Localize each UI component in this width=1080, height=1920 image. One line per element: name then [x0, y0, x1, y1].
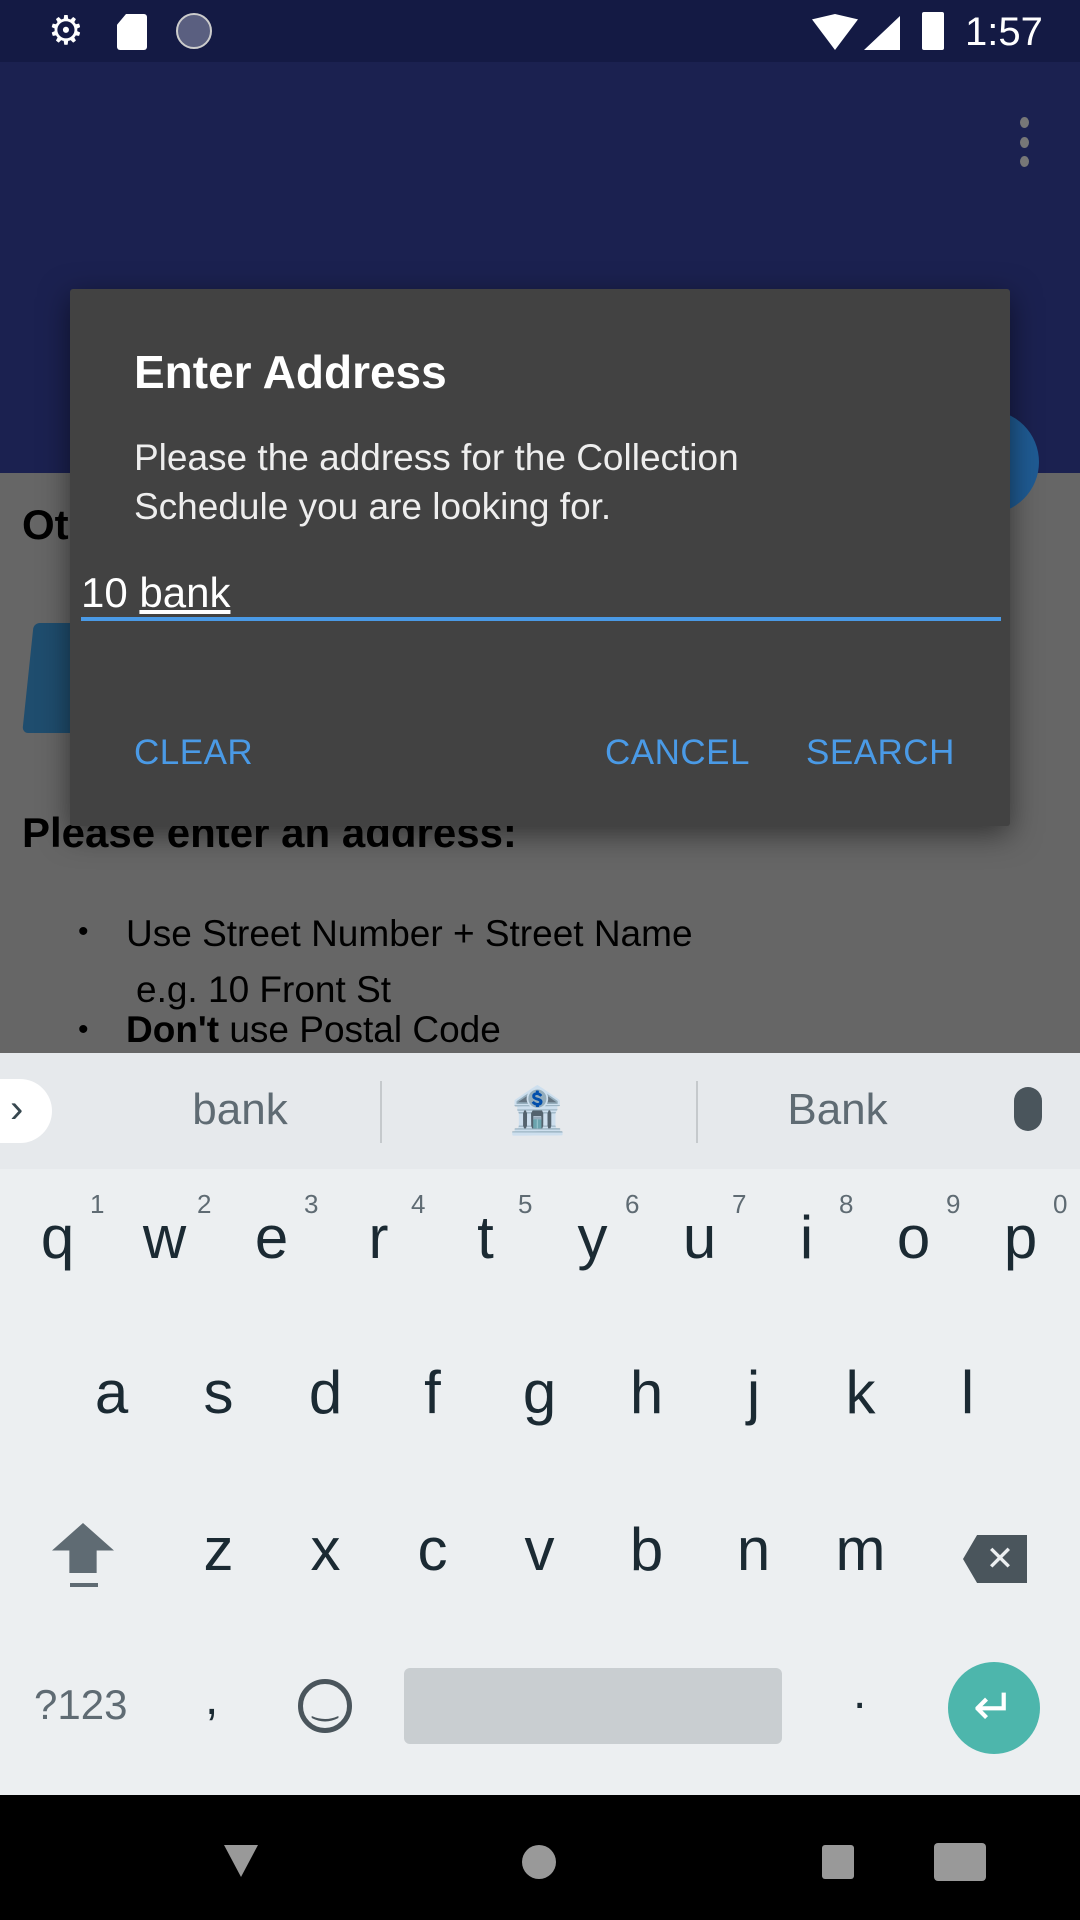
key-d[interactable]: d	[272, 1358, 379, 1427]
key-hint: 6	[625, 1189, 640, 1219]
sd-card-icon	[117, 14, 147, 50]
section-heading: Ot	[22, 501, 69, 548]
suggestion-1[interactable]: bank	[110, 1085, 370, 1135]
key-hint: 2	[197, 1189, 212, 1219]
key-z[interactable]: z	[165, 1515, 272, 1584]
key-c[interactable]: c	[379, 1515, 486, 1584]
key-s[interactable]: s	[165, 1358, 272, 1427]
key-hint: 7	[732, 1189, 747, 1219]
emoji-key[interactable]: ‿	[298, 1679, 352, 1733]
search-button[interactable]: SEARCH	[806, 733, 955, 773]
bullet: •	[78, 1013, 89, 1046]
key-g[interactable]: g	[486, 1358, 593, 1427]
dialog-title: Enter Address	[134, 346, 447, 398]
period-key[interactable]: .	[853, 1665, 866, 1720]
key-l[interactable]: l	[914, 1358, 1021, 1427]
suggestion-2[interactable]: 🏦	[440, 1083, 635, 1138]
input-text: 10	[81, 569, 140, 616]
key-b[interactable]: b	[593, 1515, 700, 1584]
key-hint: 4	[411, 1189, 426, 1219]
key-x[interactable]: x	[272, 1515, 379, 1584]
divider	[696, 1081, 698, 1143]
microphone-icon[interactable]	[1014, 1087, 1042, 1131]
text: use Postal Code	[219, 1009, 501, 1050]
navigation-bar	[0, 1795, 1080, 1920]
suggestion-strip: › bank 🏦 Bank	[0, 1053, 1080, 1169]
key-hint: 8	[839, 1189, 854, 1219]
key-hint: 0	[1053, 1189, 1068, 1219]
caps-indicator	[70, 1583, 98, 1587]
shift-arrow-icon	[52, 1523, 114, 1573]
recents-icon[interactable]	[822, 1845, 854, 1879]
key-j[interactable]: j	[700, 1358, 807, 1427]
clear-button[interactable]: CLEAR	[134, 733, 253, 773]
suggestion-3[interactable]: Bank	[710, 1085, 965, 1135]
clock: 1:57	[965, 10, 1043, 54]
keyboard: › bank 🏦 Bank q1w2e3r4t5y6u7i8o9p0asdfgh…	[0, 1053, 1080, 1795]
expand-chevron-icon[interactable]: ›	[0, 1079, 52, 1143]
key-n[interactable]: n	[700, 1515, 807, 1584]
key-hint: 9	[946, 1189, 961, 1219]
status-bar: ⚙ 1:57	[0, 0, 1080, 62]
enter-address-dialog: Enter Address Please the address for the…	[70, 289, 1010, 826]
backspace-key[interactable]: ✕	[963, 1535, 1027, 1583]
cancel-button[interactable]: CANCEL	[605, 733, 750, 773]
dialog-message: Please the address for the Collection Sc…	[134, 437, 739, 527]
key-hint: 1	[90, 1189, 105, 1219]
bullet-text: Use Street Number + Street Name	[126, 913, 693, 954]
bold-text: Don't	[126, 1009, 220, 1050]
composing-text: bank	[139, 569, 231, 616]
enter-key[interactable]: ↵	[948, 1662, 1040, 1754]
key-hint: 5	[518, 1189, 533, 1219]
home-icon[interactable]	[522, 1845, 556, 1879]
symbols-key[interactable]: ?123	[34, 1681, 127, 1729]
bullet-text: Don't use Postal Code	[126, 1009, 501, 1051]
key-k[interactable]: k	[807, 1358, 914, 1427]
key-f[interactable]: f	[379, 1358, 486, 1427]
keyboard-switch-icon[interactable]	[934, 1843, 986, 1881]
key-hint: 3	[304, 1189, 319, 1219]
signal-icon	[864, 16, 900, 50]
shift-key[interactable]	[52, 1523, 116, 1603]
key-a[interactable]: a	[58, 1358, 165, 1427]
key-m[interactable]: m	[807, 1515, 914, 1584]
gear-icon: ⚙	[48, 9, 84, 53]
bullet-subtext: e.g. 10 Front St	[136, 969, 392, 1010]
comma-key[interactable]: ,	[205, 1671, 218, 1726]
space-key[interactable]	[404, 1668, 782, 1744]
key-v[interactable]: v	[486, 1515, 593, 1584]
address-input[interactable]: 10 bank	[81, 569, 1001, 621]
sync-icon	[176, 13, 212, 49]
battery-icon	[922, 12, 944, 50]
more-vert-icon[interactable]	[1012, 117, 1036, 167]
bullet: •	[78, 915, 89, 948]
back-icon[interactable]	[224, 1845, 258, 1877]
wifi-icon	[812, 14, 858, 50]
key-h[interactable]: h	[593, 1358, 700, 1427]
divider	[380, 1081, 382, 1143]
